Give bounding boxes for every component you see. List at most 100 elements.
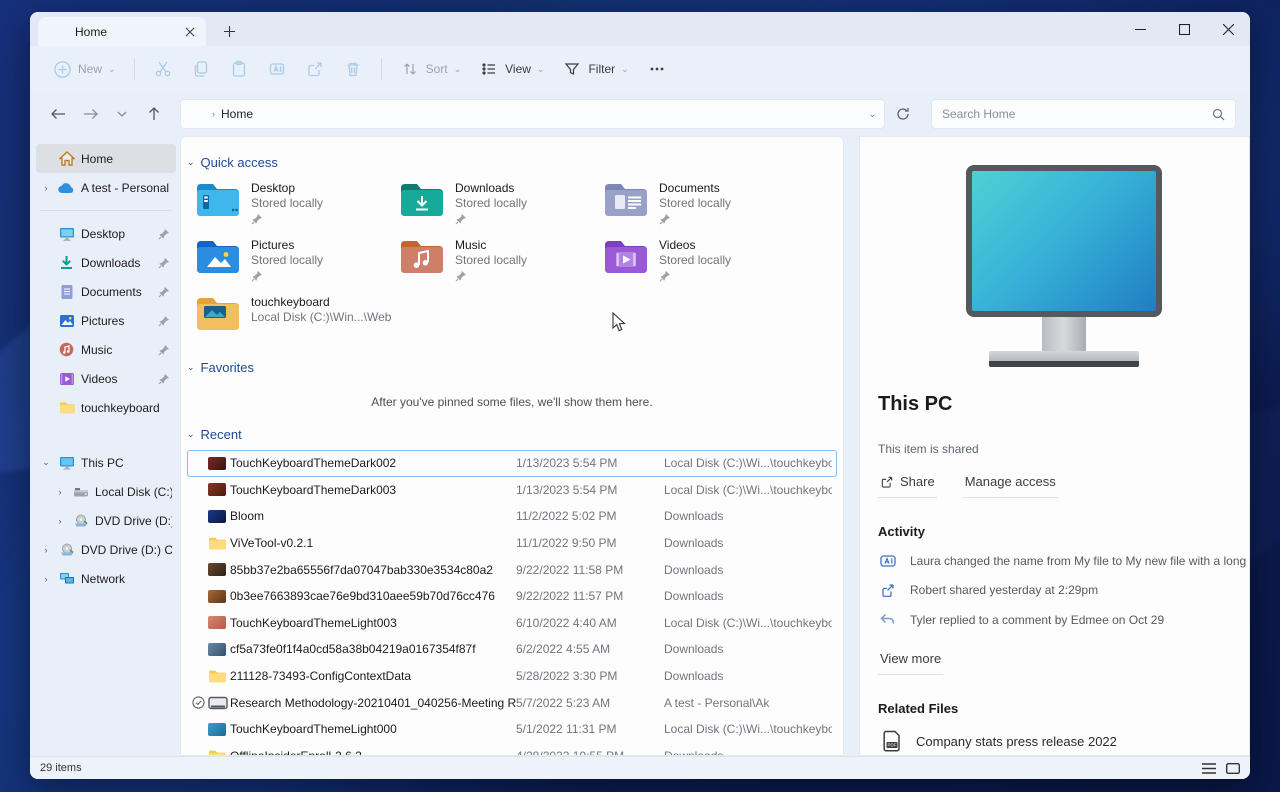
search-icon xyxy=(1212,108,1225,121)
refresh-button[interactable] xyxy=(889,100,917,128)
recent-file-row[interactable]: TouchKeyboardThemeLight000 5/1/2022 11:3… xyxy=(187,716,837,743)
new-button[interactable]: New ⌄ xyxy=(44,53,124,85)
details-title: This PC xyxy=(878,367,1249,416)
tile-subtitle: Stored locally xyxy=(659,196,731,211)
details-view-icon[interactable] xyxy=(1202,763,1216,774)
section-header-recent[interactable]: ⌄ Recent xyxy=(181,419,843,448)
sidebar-item-pictures[interactable]: Pictures xyxy=(36,306,176,335)
more-options-button[interactable] xyxy=(639,53,675,85)
sidebar-item-videos[interactable]: Videos xyxy=(36,364,176,393)
sidebar-item-dvd-drive-d-ccc[interactable]: › DVD Drive (D:) CCC xyxy=(36,535,176,564)
share-button-details[interactable]: Share xyxy=(878,472,937,498)
sidebar-item-documents[interactable]: Documents xyxy=(36,277,176,306)
quick-access-tile-desktop[interactable]: Desktop Stored locally xyxy=(195,180,399,225)
view-more-button[interactable]: View more xyxy=(878,649,943,675)
quick-access-tile-touchkeyboard[interactable]: touchkeyboard Local Disk (C:)\Win...\Web xyxy=(195,294,399,332)
cut-button[interactable] xyxy=(145,53,181,85)
chevron-right-icon[interactable]: › xyxy=(40,574,52,584)
file-date: 4/28/2022 10:55 PM xyxy=(516,749,664,756)
sidebar-item-desktop[interactable]: Desktop xyxy=(36,219,176,248)
search-input[interactable] xyxy=(942,107,1212,121)
dvd-icon xyxy=(58,541,75,558)
recent-file-row[interactable]: ViVeTool-v0.2.1 11/1/2022 9:50 PM Downlo… xyxy=(187,530,837,557)
tile-subtitle: Stored locally xyxy=(251,196,323,211)
paste-button[interactable] xyxy=(221,53,257,85)
quick-access-tile-documents[interactable]: Documents Stored locally xyxy=(603,180,807,225)
chevron-right-icon[interactable]: › xyxy=(40,183,52,193)
recent-file-row[interactable]: Research Methodology-20210401_040256-Mee… xyxy=(187,689,837,716)
forward-button[interactable] xyxy=(76,100,104,128)
quick-access-tile-music[interactable]: Music Stored locally xyxy=(399,237,603,282)
sidebar-item-a-test-personal[interactable]: › A test - Personal xyxy=(36,173,176,202)
sidebar-item-touchkeyboard[interactable]: touchkeyboard xyxy=(36,393,176,422)
folder-downloads-icon xyxy=(399,180,445,218)
rename-button[interactable] xyxy=(259,53,295,85)
share-icon xyxy=(880,475,894,489)
activity-text: Tyler replied to a comment by Edmee on O… xyxy=(910,613,1164,627)
large-icons-view-icon[interactable] xyxy=(1226,763,1240,774)
recent-file-row[interactable]: 0b3ee7663893cae76e9bd310aee59b70d76cc476… xyxy=(187,583,837,610)
svg-text:PDF: PDF xyxy=(888,743,897,748)
quick-access-tile-videos[interactable]: Videos Stored locally xyxy=(603,237,807,282)
tile-name: Desktop xyxy=(251,181,323,196)
content-pane: ⌄ Quick access Desktop Stored locally Do… xyxy=(180,136,844,756)
recent-file-row[interactable]: TouchKeyboardThemeDark003 1/13/2023 5:54… xyxy=(187,477,837,504)
section-header-favorites[interactable]: ⌄ Favorites xyxy=(181,352,843,381)
manage-access-button[interactable]: Manage access xyxy=(963,472,1058,498)
tab-home[interactable]: Home xyxy=(38,17,206,46)
sidebar-item-downloads[interactable]: Downloads xyxy=(36,248,176,277)
thumb-maroon-icon xyxy=(208,457,230,470)
maximize-button[interactable] xyxy=(1162,12,1206,46)
minimize-button[interactable] xyxy=(1118,12,1162,46)
section-header-quick-access[interactable]: ⌄ Quick access xyxy=(181,147,843,176)
new-tab-button[interactable] xyxy=(216,18,242,44)
sidebar-item-local-disk-c-[interactable]: › Local Disk (C:) xyxy=(36,477,176,506)
filter-button[interactable]: Filter ⌄ xyxy=(554,53,636,85)
quick-access-grid: Desktop Stored locally Downloads Stored … xyxy=(181,176,843,338)
shared-status-text: This item is shared xyxy=(878,416,1249,456)
sidebar-item-this-pc[interactable]: ⌄ This PC xyxy=(36,448,176,477)
close-button[interactable] xyxy=(1206,12,1250,46)
share-button[interactable] xyxy=(297,53,333,85)
recent-locations-button[interactable] xyxy=(108,100,136,128)
related-file-item[interactable]: PDF Company stats press release 2022 xyxy=(878,716,1249,752)
up-button[interactable] xyxy=(140,100,168,128)
quick-access-tile-pictures[interactable]: Pictures Stored locally xyxy=(195,237,399,282)
recent-file-row[interactable]: 211128-73493-ConfigContextData 5/28/2022… xyxy=(187,663,837,690)
sidebar-item-home[interactable]: Home xyxy=(36,144,176,173)
sidebar-item-music[interactable]: Music xyxy=(36,335,176,364)
related-files-title: Related Files xyxy=(878,675,1249,716)
search-box[interactable] xyxy=(931,99,1236,129)
pin-icon xyxy=(455,213,527,225)
activity-section-title: Activity xyxy=(878,498,1249,539)
sidebar-item-dvd-drive-d-cc[interactable]: › DVD Drive (D:) CC xyxy=(36,506,176,535)
copy-button[interactable] xyxy=(183,53,219,85)
recent-file-row[interactable]: TouchKeyboardThemeLight003 6/10/2022 4:4… xyxy=(187,610,837,637)
quick-access-tile-downloads[interactable]: Downloads Stored locally xyxy=(399,180,603,225)
sort-button[interactable]: Sort ⌄ xyxy=(392,53,470,85)
chevron-right-icon[interactable]: › xyxy=(40,545,52,555)
chevron-down-icon: ⌄ xyxy=(187,429,195,440)
chevron-down-icon[interactable]: ⌄ xyxy=(868,109,876,120)
view-button[interactable]: View ⌄ xyxy=(471,53,552,85)
delete-button[interactable] xyxy=(335,53,371,85)
recent-file-row[interactable]: OfflineInsiderEnroll-2.6.2 4/28/2022 10:… xyxy=(187,743,837,756)
tile-name: Music xyxy=(455,238,527,253)
recent-file-row[interactable]: Bloom 11/2/2022 5:02 PM Downloads xyxy=(187,503,837,530)
file-name: cf5a73fe0f1f4a0cd58a38b04219a0167354f87f xyxy=(230,642,516,656)
recent-file-row[interactable]: TouchKeyboardThemeDark002 1/13/2023 5:54… xyxy=(187,450,837,477)
folder-desktop-icon xyxy=(195,180,241,218)
recent-file-row[interactable]: 85bb37e2ba65556f7da07047bab330e3534c80a2… xyxy=(187,556,837,583)
chevron-down-icon: ⌄ xyxy=(187,362,195,373)
chevron-right-icon[interactable]: › xyxy=(54,516,66,526)
chevron-down-icon[interactable]: ⌄ xyxy=(40,457,52,468)
file-location: Downloads xyxy=(664,589,832,603)
chevron-right-icon[interactable]: › xyxy=(54,487,66,497)
breadcrumb[interactable]: › Home ⌄ xyxy=(180,99,885,129)
back-button[interactable] xyxy=(44,100,72,128)
tab-close-icon[interactable] xyxy=(182,24,198,40)
pin-icon xyxy=(659,270,731,282)
recent-file-row[interactable]: cf5a73fe0f1f4a0cd58a38b04219a0167354f87f… xyxy=(187,636,837,663)
breadcrumb-item-home[interactable]: Home xyxy=(221,107,253,121)
sidebar-item-network[interactable]: › Network xyxy=(36,564,176,593)
